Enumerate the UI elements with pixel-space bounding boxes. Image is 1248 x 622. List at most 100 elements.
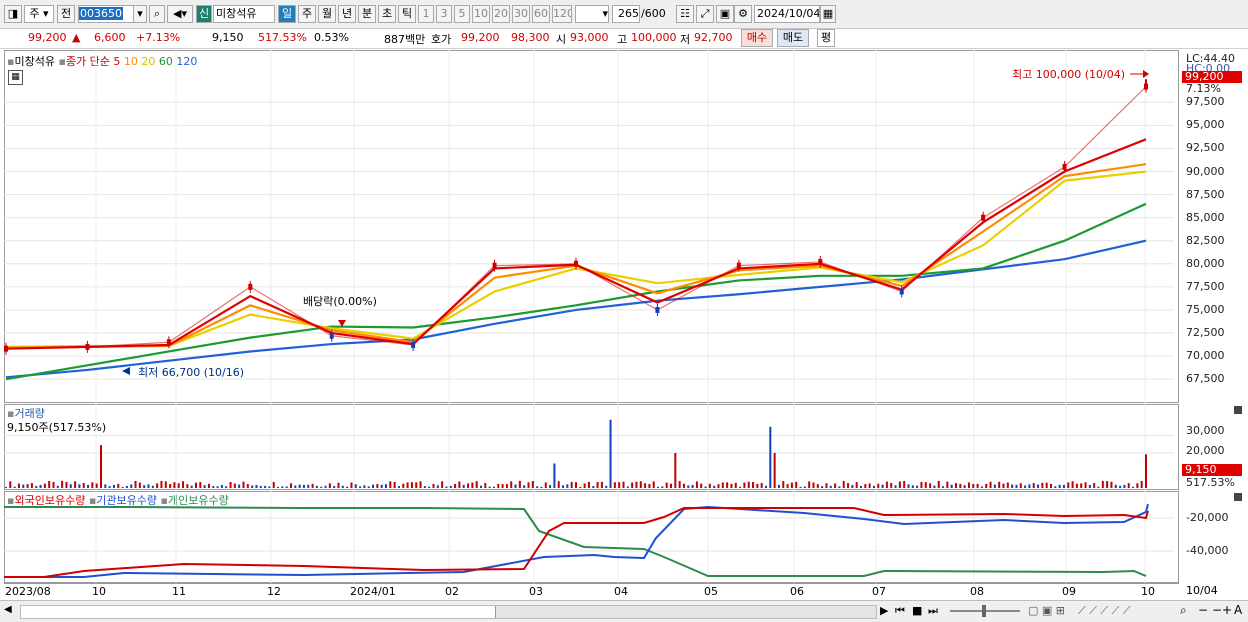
price-y-label: 80,000 (1186, 256, 1225, 270)
volume-bar (61, 480, 64, 488)
stock-name-field[interactable]: 미창석유 (213, 5, 275, 23)
volume-bar (277, 486, 280, 488)
volume-bar (100, 445, 102, 488)
tab-period-day[interactable]: 일 (278, 5, 296, 23)
tab-period-minute[interactable]: 분 (358, 5, 376, 23)
scroll-right-icon[interactable]: ▶ (880, 604, 888, 617)
volume-bar (380, 484, 383, 488)
candle-body (85, 343, 90, 350)
interval-1[interactable]: 1 (418, 5, 434, 23)
crosshair-icon[interactable]: ⤢ (696, 5, 714, 23)
minus-icon[interactable]: − (1212, 603, 1222, 617)
volume-bar (242, 481, 245, 488)
interval-20[interactable]: 20 (492, 5, 510, 23)
volume-close-icon[interactable] (1234, 406, 1242, 414)
interval-3[interactable]: 3 (436, 5, 452, 23)
scrollbar-thumb[interactable] (495, 606, 876, 618)
quote-ask: 99,200 (461, 31, 500, 44)
code-dropdown-icon[interactable]: ▾ (133, 5, 147, 23)
period-type-value: 주 (29, 7, 40, 20)
tab-period-week[interactable]: 주 (298, 5, 316, 23)
volume-bar (570, 481, 573, 488)
price-y-label: 95,000 (1186, 118, 1225, 132)
interval-120[interactable]: 120 (552, 5, 572, 23)
zoom-icon[interactable]: ⌕ (1180, 603, 1187, 618)
holding-close-icon[interactable] (1234, 493, 1242, 501)
volume-bar (1071, 481, 1074, 488)
volume-bar (976, 483, 979, 488)
code-input[interactable]: 003650 (78, 5, 134, 23)
volume-bar (147, 484, 150, 488)
volume-bar (734, 482, 737, 488)
quote-volume-pct: 517.53% (258, 31, 307, 44)
interval-5[interactable]: 5 (454, 5, 470, 23)
period-type-select[interactable]: 주 ▾ (24, 5, 54, 23)
interval-30[interactable]: 30 (512, 5, 530, 23)
layout-icon[interactable]: ▢ ▣ ⊞ (1028, 604, 1065, 617)
volume-bar (622, 481, 625, 488)
tab-period-tick[interactable]: 틱 (398, 5, 416, 23)
rewind-icon[interactable]: ⏮ (895, 604, 905, 618)
volume-bar (847, 483, 850, 488)
volume-bar (821, 486, 824, 488)
market-badge: 신 (196, 5, 212, 23)
scrollbar-track[interactable] (20, 605, 877, 619)
volume-bar (518, 480, 521, 488)
zoom-slider-handle[interactable] (982, 605, 986, 617)
volume-bar (324, 485, 327, 488)
volume-bar (652, 481, 655, 488)
count-input[interactable]: 265 (612, 5, 640, 23)
avg-button[interactable]: 평 (817, 29, 835, 47)
forward-icon[interactable]: ⏭ (928, 604, 938, 618)
zoom-in-icon[interactable]: + (1222, 603, 1232, 617)
volume-bar (199, 482, 202, 488)
prev-button[interactable]: 전 (57, 5, 75, 23)
volume-bar (294, 485, 297, 488)
ask-label: 호가 (431, 33, 452, 46)
volume-bar (1050, 483, 1052, 488)
volume-bar (1024, 485, 1027, 488)
volume-bar (138, 482, 141, 488)
calendar-icon[interactable]: ▦ (820, 5, 836, 23)
volume-bar (942, 486, 945, 488)
interval-custom-select[interactable]: ▾ (575, 5, 609, 23)
stop-icon[interactable]: ■ (912, 604, 922, 617)
volume-bar (445, 486, 448, 488)
speaker-icon[interactable]: ◀▾ (167, 5, 193, 23)
volume-bar (112, 484, 115, 488)
gear-icon[interactable]: ⚙ (734, 5, 752, 23)
buy-button[interactable]: 매수 (741, 29, 773, 47)
save-icon[interactable]: ▣ (716, 5, 734, 23)
volume-bar (549, 485, 552, 488)
draw-tools-icon[interactable]: ⟋ ⟋ ⟋ ⟋ ⟋ (1078, 604, 1131, 618)
volume-bar (756, 483, 759, 488)
chart-icon[interactable]: ◨ (4, 5, 22, 23)
volume-bar (1123, 484, 1126, 488)
volume-bar (860, 485, 862, 488)
vol-y-label-30000: 30,000 (1186, 424, 1225, 437)
quote-change-pct: +7.13% (136, 31, 181, 44)
volume-bar (933, 485, 936, 488)
font-size-icon[interactable]: A (1234, 603, 1242, 617)
volume-bar (121, 486, 124, 488)
volume-bar (216, 486, 219, 488)
price-y-label: 67,500 (1186, 372, 1225, 386)
scroll-left-icon[interactable]: ◀ (4, 604, 18, 618)
search-icon[interactable]: ⌕ (149, 5, 165, 23)
tab-period-year[interactable]: 년 (338, 5, 356, 23)
tab-period-second[interactable]: 초 (378, 5, 396, 23)
zoom-out-icon[interactable]: − (1198, 603, 1208, 617)
volume-bar (259, 485, 262, 488)
tab-period-month[interactable]: 월 (318, 5, 336, 23)
date-input[interactable]: 2024/10/04 (754, 5, 820, 23)
volume-bar (955, 483, 957, 488)
interval-60[interactable]: 60 (532, 5, 550, 23)
volume-bar (428, 486, 431, 488)
vol-y-label-20000: 20,000 (1186, 444, 1225, 457)
chart-settings-icon[interactable]: ☷ (676, 5, 694, 23)
volume-bar (350, 482, 353, 488)
x-axis-last-date: 10/04 (1186, 584, 1218, 597)
sell-button[interactable]: 매도 (777, 29, 809, 47)
interval-10[interactable]: 10 (472, 5, 490, 23)
volume-bar (151, 485, 154, 488)
